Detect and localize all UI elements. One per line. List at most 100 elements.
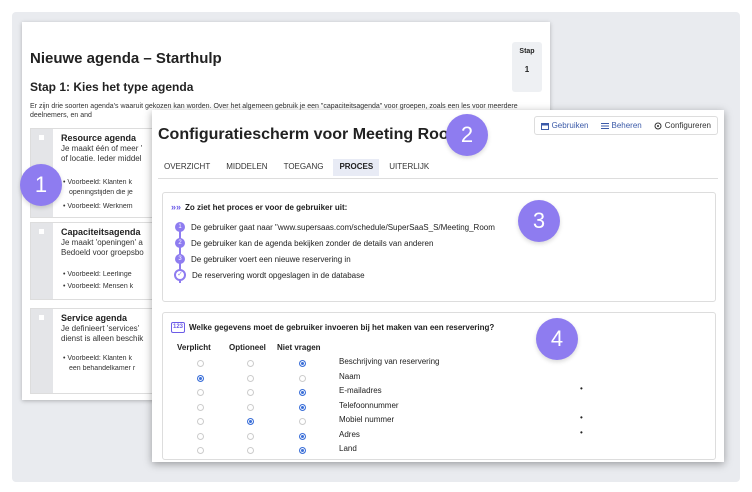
field-row: Mobiel nummer • <box>163 413 715 429</box>
radio-not-asked[interactable] <box>299 389 306 396</box>
field-row: Beschrijving van reservering <box>163 357 715 371</box>
card-bar <box>31 223 53 299</box>
fields-heading: 123 Welke gegevens moet de gebruiker inv… <box>171 322 494 333</box>
field-row: E-mailadres • <box>163 384 715 400</box>
step-indicator: Stap 1 <box>512 42 542 92</box>
radio-optional[interactable] <box>247 374 254 382</box>
fields-panel: 123 Welke gegevens moet de gebruiker inv… <box>162 312 716 460</box>
fields-heading-text: Welke gegevens moet de gebruiker invoere… <box>189 323 495 332</box>
number-badge-4: 4 <box>536 318 578 360</box>
radio-required[interactable] <box>197 432 204 440</box>
process-heading-text: Zo ziet het proces er voor de gebruiker … <box>185 202 348 212</box>
field-label: E-mailadres <box>339 386 382 395</box>
type-desc: Je definieert 'services' dienst is alleen… <box>61 324 144 343</box>
type-name: Resource agenda <box>61 133 137 143</box>
step-dot: 1 <box>175 222 185 232</box>
radio-required[interactable] <box>197 418 204 425</box>
type-name: Service agenda <box>61 313 128 323</box>
step-label: Stap <box>519 48 535 55</box>
radio-not-asked[interactable] <box>299 360 306 367</box>
radio-required[interactable] <box>197 360 204 367</box>
process-step: 2 De gebruiker kan de agenda bekijken zo… <box>175 238 433 248</box>
type-name: Capaciteitsagenda <box>61 227 141 237</box>
type-card-service[interactable]: Service agenda Je definieert 'services' d… <box>30 308 162 394</box>
field-marker: • <box>580 384 583 393</box>
step-dot: 2 <box>175 238 185 248</box>
radio-required[interactable] <box>197 447 204 454</box>
step-text: De gebruiker gaat naar "www.supersaas.co… <box>191 222 495 232</box>
type-example: • Voorbeeld: Klanten k <box>63 179 132 186</box>
tab-appearance[interactable]: UITERLIJK <box>383 159 435 176</box>
field-label: Telefoonnummer <box>339 400 399 410</box>
card-bar <box>31 309 53 393</box>
chevrons-icon: »» <box>171 202 182 212</box>
radio-not-asked[interactable] <box>299 403 306 411</box>
use-button[interactable]: Gebruiken <box>540 121 589 130</box>
manage-label: Beheren <box>611 121 642 130</box>
process-heading: »» Zo ziet het proces er voor de gebruik… <box>171 202 347 212</box>
radio-not-asked[interactable] <box>299 374 306 382</box>
process-panel: »» Zo ziet het proces er voor de gebruik… <box>162 192 716 302</box>
process-step: 1 De gebruiker gaat naar "www.supersaas.… <box>175 222 495 232</box>
step-text: De reservering wordt opgeslagen in de da… <box>192 270 365 280</box>
col-not-asked: Niet vragen <box>277 343 321 352</box>
type-example: • Voorbeeld: Werknem <box>63 203 133 210</box>
col-required: Verplicht <box>177 343 211 352</box>
configure-label: Configureren <box>664 121 711 130</box>
step-text: De gebruiker voert een nieuwe reserverin… <box>191 254 351 264</box>
numbers-icon: 123 <box>171 322 185 333</box>
tab-access[interactable]: TOEGANG <box>278 159 330 176</box>
field-label: Beschrijving van reservering <box>339 357 440 366</box>
radio-optional[interactable] <box>247 389 254 396</box>
manage-button[interactable]: Beheren <box>600 121 642 130</box>
field-marker: • <box>580 427 583 437</box>
configuration-window: Configuratiescherm voor Meeting Room Geb… <box>152 110 724 462</box>
step-text: De gebruiker kan de agenda bekijken zond… <box>191 238 434 248</box>
number-badge-1: 1 <box>20 164 62 206</box>
type-card-capacity[interactable]: Capaciteitsagenda Je maakt 'openingen' a… <box>30 222 162 300</box>
radio-optional[interactable] <box>247 447 254 454</box>
field-marker: • <box>580 413 583 422</box>
gear-icon <box>654 122 662 129</box>
page-title: Nieuwe agenda – Starthulp <box>30 50 222 67</box>
radio-optional[interactable] <box>247 360 254 367</box>
field-label: Land <box>339 444 357 453</box>
calendar-icon <box>540 122 549 130</box>
type-desc: Je maakt 'openingen' a Bedoeld voor groep… <box>61 238 144 257</box>
field-row: Telefoonnummer <box>163 401 715 415</box>
field-label: Naam <box>339 371 361 381</box>
radio-required[interactable] <box>197 403 204 411</box>
radio-required[interactable] <box>197 389 204 396</box>
radio-not-asked[interactable] <box>299 418 306 425</box>
type-example: • Voorbeeld: Leerlinge <box>63 271 132 278</box>
step-number: 1 <box>524 65 530 74</box>
field-label: Adres <box>339 429 360 439</box>
field-row: Land <box>163 444 715 458</box>
tab-bar: OVERZICHT MIDDELEN TOEGANG PROCES UITERL… <box>158 159 439 176</box>
tab-process[interactable]: PROCES <box>333 159 380 176</box>
tab-resources[interactable]: MIDDELEN <box>220 159 273 176</box>
field-row: Adres • <box>163 427 715 444</box>
configure-button[interactable]: Configureren <box>654 121 711 130</box>
step-dot: 3 <box>175 254 185 264</box>
config-title: Configuratiescherm voor Meeting Room <box>158 126 463 143</box>
field-label: Mobiel nummer <box>339 415 395 424</box>
list-icon <box>600 122 609 129</box>
process-step: 3 De gebruiker voert een nieuwe reserver… <box>175 254 351 264</box>
radio-optional[interactable] <box>247 403 254 411</box>
radio-optional[interactable] <box>247 418 254 425</box>
radio-optional[interactable] <box>247 432 254 440</box>
number-badge-2: 2 <box>446 114 488 156</box>
check-icon: ✓ <box>174 269 186 281</box>
radio-required[interactable] <box>197 374 204 382</box>
tab-overview[interactable]: OVERZICHT <box>158 159 216 176</box>
radio-not-asked[interactable] <box>299 432 306 440</box>
col-optional: Optioneel <box>229 343 266 352</box>
field-row: Naam <box>163 372 715 386</box>
use-label: Gebruiken <box>551 121 589 130</box>
process-step: ✓ De reservering wordt opgeslagen in de … <box>174 269 365 281</box>
number-badge-3: 3 <box>518 200 560 242</box>
type-example: • Voorbeeld: Klanten k <box>63 355 132 362</box>
action-bar: Gebruiken Beheren Configureren <box>533 116 718 135</box>
radio-not-asked[interactable] <box>299 447 306 454</box>
